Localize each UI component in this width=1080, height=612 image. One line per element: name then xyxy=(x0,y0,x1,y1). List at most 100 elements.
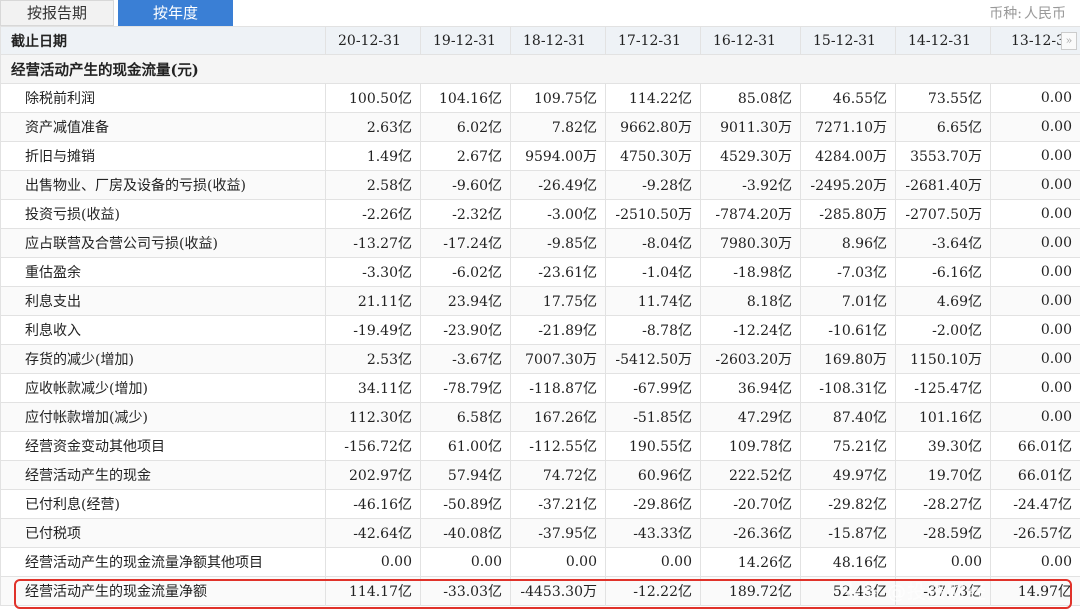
row-value: 114.17亿 xyxy=(325,576,421,606)
row-value: 0.00 xyxy=(990,344,1080,374)
row-value: 169.80万 xyxy=(800,344,896,374)
row-value: 109.78亿 xyxy=(700,431,801,461)
row-value: 61.00亿 xyxy=(420,431,511,461)
year-header: 18-12-31 xyxy=(510,26,606,55)
row-value: 109.75亿 xyxy=(510,83,606,113)
row-label: 投资亏损(收益) xyxy=(0,199,326,229)
table-row: 资产减值准备 2.63亿 6.02亿 7.82亿 9662.80万 9011.30万 727… xyxy=(0,112,1080,142)
row-value: -7874.20万 xyxy=(700,199,801,229)
row-value: 0.00 xyxy=(990,199,1080,229)
row-value: 112.30亿 xyxy=(325,402,421,432)
row-value: -2495.20万 xyxy=(800,170,896,200)
row-value: 222.52亿 xyxy=(700,460,801,490)
row-value: 100.50亿 xyxy=(325,83,421,113)
row-value: -9.60亿 xyxy=(420,170,511,200)
row-value: -42.64亿 xyxy=(325,518,421,548)
tab-by-year[interactable]: 按年度 xyxy=(118,0,233,26)
year-header: 14-12-31 xyxy=(895,26,991,55)
table-row: 经营资金变动其他项目 -156.72亿 61.00亿 -112.55亿 190.55亿 1… xyxy=(0,431,1080,461)
row-value: 74.72亿 xyxy=(510,460,606,490)
row-value: 190.55亿 xyxy=(605,431,701,461)
row-value: -24.47亿 xyxy=(990,489,1080,519)
row-value: 2.58亿 xyxy=(325,170,421,200)
row-value: 0.00 xyxy=(990,228,1080,258)
row-value: -112.55亿 xyxy=(510,431,606,461)
row-value: -125.47亿 xyxy=(895,373,991,403)
row-value: 0.00 xyxy=(990,170,1080,200)
row-value: -156.72亿 xyxy=(325,431,421,461)
row-value: -23.90亿 xyxy=(420,315,511,345)
row-label: 应付帐款增加(减少) xyxy=(0,402,326,432)
row-value: -37.21亿 xyxy=(510,489,606,519)
table-row: 折旧与摊销 1.49亿 2.67亿 9594.00万 4750.30万 4529.30万 4… xyxy=(0,141,1080,171)
row-value: 0.00 xyxy=(990,83,1080,113)
row-label: 折旧与摊销 xyxy=(0,141,326,171)
scroll-right-icon[interactable]: » xyxy=(1061,32,1077,50)
row-label: 应收帐款减少(增加) xyxy=(0,373,326,403)
row-value: 36.94亿 xyxy=(700,373,801,403)
row-value: 57.94亿 xyxy=(420,460,511,490)
row-value: 7271.10万 xyxy=(800,112,896,142)
row-value: -15.87亿 xyxy=(800,518,896,548)
row-value: -118.87亿 xyxy=(510,373,606,403)
row-label: 已付利息(经营) xyxy=(0,489,326,519)
table-row: 利息收入 -19.49亿 -23.90亿 -21.89亿 -8.78亿 -12.24亿 -1… xyxy=(0,315,1080,345)
row-value: 23.94亿 xyxy=(420,286,511,316)
table-row: 已付税项 -42.64亿 -40.08亿 -37.95亿 -43.33亿 -26.36亿 -… xyxy=(0,518,1080,548)
row-value: 66.01亿 xyxy=(990,431,1080,461)
row-value: 9011.30万 xyxy=(700,112,801,142)
year-header: 19-12-31 xyxy=(420,26,511,55)
row-value: 2.53亿 xyxy=(325,344,421,374)
table-row: 应占联营及合营公司亏损(收益) -13.27亿 -17.24亿 -9.85亿 -8.04… xyxy=(0,228,1080,258)
row-value: -37.95亿 xyxy=(510,518,606,548)
table-row: 出售物业、厂房及设备的亏损(收益) 2.58亿 -9.60亿 -26.49亿 -9.28… xyxy=(0,170,1080,200)
table-row: 除税前利润 100.50亿 104.16亿 109.75亿 114.22亿 85.08亿 4… xyxy=(0,83,1080,113)
row-label: 已付税项 xyxy=(0,518,326,548)
row-value: -10.61亿 xyxy=(800,315,896,345)
row-value: -2510.50万 xyxy=(605,199,701,229)
row-value: 2.67亿 xyxy=(420,141,511,171)
row-value: 0.00 xyxy=(990,257,1080,287)
header-row: 截止日期 20-12-31 19-12-31 18-12-31 17-12-31… xyxy=(0,26,1080,55)
tab-report-period[interactable]: 按报告期 xyxy=(0,0,114,26)
row-value: 19.70亿 xyxy=(895,460,991,490)
row-value: 0.00 xyxy=(990,141,1080,171)
row-value: -3.92亿 xyxy=(700,170,801,200)
row-value: 21.11亿 xyxy=(325,286,421,316)
row-value: 87.40亿 xyxy=(800,402,896,432)
row-value: -18.98亿 xyxy=(700,257,801,287)
row-value: -2.00亿 xyxy=(895,315,991,345)
year-header-last: 13-12-31 » xyxy=(990,26,1080,55)
row-value: 189.72亿 xyxy=(700,576,801,606)
row-value: -2.26亿 xyxy=(325,199,421,229)
row-value: -26.57亿 xyxy=(990,518,1080,548)
row-value: -9.28亿 xyxy=(605,170,701,200)
row-value: 6.65亿 xyxy=(895,112,991,142)
section-title: 经营活动产生的现金流量(元) xyxy=(0,54,1080,84)
row-label: 资产减值准备 xyxy=(0,112,326,142)
row-value: 75.21亿 xyxy=(800,431,896,461)
row-value: 9594.00万 xyxy=(510,141,606,171)
row-value: -12.24亿 xyxy=(700,315,801,345)
row-label: 经营活动产生的现金流量净额其他项目 xyxy=(0,547,326,577)
section-row: 经营活动产生的现金流量(元) xyxy=(0,54,1080,84)
row-value: 4284.00万 xyxy=(800,141,896,171)
row-value: -67.99亿 xyxy=(605,373,701,403)
row-value: -2707.50万 xyxy=(895,199,991,229)
row-value: 0.00 xyxy=(990,373,1080,403)
row-label: 利息收入 xyxy=(0,315,326,345)
currency-label: 币种: xyxy=(989,6,1022,22)
row-value: -26.36亿 xyxy=(700,518,801,548)
row-value: -40.08亿 xyxy=(420,518,511,548)
row-value: -3.30亿 xyxy=(325,257,421,287)
watermark: 头条 @投资财经 xyxy=(840,581,988,603)
row-value: -3.00亿 xyxy=(510,199,606,229)
row-value: 39.30亿 xyxy=(895,431,991,461)
year-header: 15-12-31 xyxy=(800,26,896,55)
row-value: 14.26亿 xyxy=(700,547,801,577)
table-row: 投资亏损(收益) -2.26亿 -2.32亿 -3.00亿 -2510.50万 -7874… xyxy=(0,199,1080,229)
year-header: 20-12-31 xyxy=(325,26,421,55)
table-row: 应付帐款增加(减少) 112.30亿 6.58亿 167.26亿 -51.85亿 47.2… xyxy=(0,402,1080,432)
row-value: -28.27亿 xyxy=(895,489,991,519)
row-value: 0.00 xyxy=(990,286,1080,316)
